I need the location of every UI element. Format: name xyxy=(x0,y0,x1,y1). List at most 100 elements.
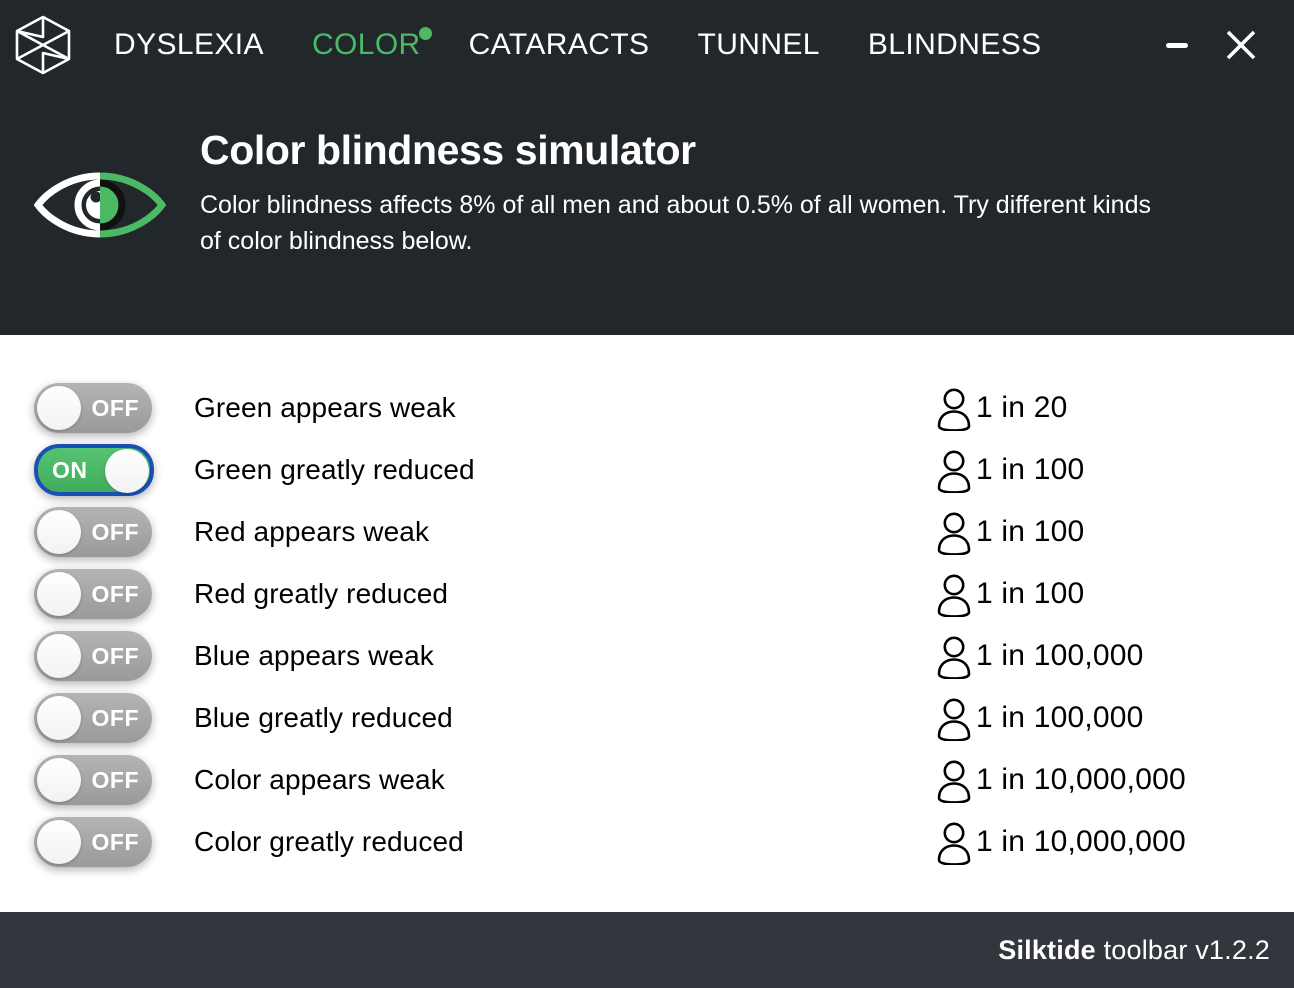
top-navigation-bar: DYSLEXIA COLOR CATARACTS TUNNEL BLINDNES… xyxy=(0,0,1294,90)
simulation-label: Red appears weak xyxy=(194,516,430,547)
prevalence-value: 1 in 10,000,000 xyxy=(976,763,1186,796)
toggle-state-label: ON xyxy=(52,457,88,483)
simulation-row: OFF Red appears weak 1 in 100 xyxy=(0,501,1294,563)
nav-item-tunnel-label: TUNNEL xyxy=(697,28,820,61)
simulation-row: OFF Blue greatly reduced 1 in 100,000 xyxy=(0,687,1294,749)
toggle-knob xyxy=(37,510,81,554)
toggle-knob xyxy=(37,386,81,430)
toggle-red-greatly-reduced[interactable]: OFF xyxy=(34,569,152,619)
prevalence-value: 1 in 100,000 xyxy=(976,701,1144,734)
simulation-label: Green greatly reduced xyxy=(194,454,475,485)
toggle-cell: OFF xyxy=(0,507,192,557)
toggle-state-label: OFF xyxy=(91,829,139,855)
toggle-cell: OFF xyxy=(0,817,192,867)
close-button[interactable] xyxy=(1220,24,1262,66)
simulation-row: OFF Red greatly reduced 1 in 100 xyxy=(0,563,1294,625)
prevalence-value: 1 in 100,000 xyxy=(976,639,1144,672)
prevalence-cell: 1 in 100,000 xyxy=(934,695,1294,741)
person-icon xyxy=(937,574,971,617)
toggle-color-greatly-reduced[interactable]: OFF xyxy=(34,817,152,867)
simulation-row: OFF Color greatly reduced 1 in 10,000,00… xyxy=(0,811,1294,873)
toggle-cell: OFF xyxy=(0,569,192,619)
toggle-blue-appears-weak[interactable]: OFF xyxy=(34,631,152,681)
nav-item-color[interactable]: COLOR xyxy=(288,0,445,90)
toggle-knob xyxy=(37,758,81,802)
prevalence-cell: 1 in 100,000 xyxy=(934,633,1294,679)
footer-version-text: Silktide toolbar v1.2.2 xyxy=(998,935,1270,966)
nav-item-dyslexia[interactable]: DYSLEXIA xyxy=(90,0,288,90)
toggle-state-label: OFF xyxy=(91,705,139,731)
toggle-knob xyxy=(37,634,81,678)
simulation-list: OFF Green appears weak 1 in 20 ON Green … xyxy=(0,335,1294,912)
toggle-knob xyxy=(37,572,81,616)
simulation-label: Color appears weak xyxy=(194,764,445,795)
toggle-state-label: OFF xyxy=(91,767,139,793)
silktide-toolbar-window: DYSLEXIA COLOR CATARACTS TUNNEL BLINDNES… xyxy=(0,0,1294,988)
page-description: Color blindness affects 8% of all men an… xyxy=(200,191,1151,256)
toggle-color-appears-weak[interactable]: OFF xyxy=(34,755,152,805)
person-icon xyxy=(937,636,971,679)
window-controls xyxy=(1156,24,1276,66)
toggle-blue-greatly-reduced[interactable]: OFF xyxy=(34,693,152,743)
person-icon xyxy=(937,450,971,493)
simulation-row: ON Green greatly reduced 1 in 100 xyxy=(0,439,1294,501)
prevalence-cell: 1 in 100 xyxy=(934,447,1294,493)
prevalence-cell: 1 in 100 xyxy=(934,509,1294,555)
nav-item-blindness[interactable]: BLINDNESS xyxy=(844,0,1066,90)
nav-item-tunnel[interactable]: TUNNEL xyxy=(673,0,843,90)
nav-item-blindness-label: BLINDNESS xyxy=(867,28,1042,61)
toggle-cell: OFF xyxy=(0,755,192,805)
simulation-label: Color greatly reduced xyxy=(194,826,464,857)
toggle-knob xyxy=(37,820,81,864)
page-title: Color blindness simulator xyxy=(200,127,696,173)
toggle-knob xyxy=(37,696,81,740)
toggle-cell: ON xyxy=(0,444,192,496)
simulation-label: Blue greatly reduced xyxy=(194,702,453,733)
prevalence-cell: 1 in 100 xyxy=(934,571,1294,617)
simulation-row: OFF Green appears weak 1 in 20 xyxy=(0,377,1294,439)
nav-item-cataracts-label: CATARACTS xyxy=(468,28,650,61)
person-icon xyxy=(937,388,971,431)
footer-version: toolbar v1.2.2 xyxy=(1095,934,1270,965)
simulation-row: OFF Color appears weak 1 in 10,000,000 xyxy=(0,749,1294,811)
toggle-state-label: OFF xyxy=(91,395,139,421)
nav-item-cataracts[interactable]: CATARACTS xyxy=(445,0,674,90)
person-icon xyxy=(937,698,971,741)
prevalence-value: 1 in 20 xyxy=(976,391,1068,424)
active-indicator-dot-icon xyxy=(418,27,432,40)
page-banner: Color blindness simulator Color blindnes… xyxy=(0,90,1294,335)
toggle-green-greatly-reduced[interactable]: ON xyxy=(34,444,154,496)
banner-text-block: Color blindness simulator Color blindnes… xyxy=(200,94,1294,260)
nav-item-dyslexia-label: DYSLEXIA xyxy=(114,28,264,61)
prevalence-cell: 1 in 10,000,000 xyxy=(934,757,1294,803)
footer-bar: Silktide toolbar v1.2.2 xyxy=(0,912,1294,988)
toggle-knob xyxy=(105,449,149,493)
prevalence-value: 1 in 100 xyxy=(976,515,1085,548)
prevalence-value: 1 in 100 xyxy=(976,453,1085,486)
minimize-icon xyxy=(1166,43,1188,48)
toggle-red-appears-weak[interactable]: OFF xyxy=(34,507,152,557)
toggle-green-appears-weak[interactable]: OFF xyxy=(34,383,152,433)
nav-item-color-label: COLOR xyxy=(311,28,421,61)
silktide-hex-logo-icon[interactable] xyxy=(8,10,78,80)
prevalence-cell: 1 in 20 xyxy=(934,385,1294,431)
toggle-cell: OFF xyxy=(0,383,192,433)
toggle-cell: OFF xyxy=(0,631,192,681)
simulation-label: Red greatly reduced xyxy=(194,578,449,609)
minimize-button[interactable] xyxy=(1156,24,1198,66)
prevalence-cell: 1 in 10,000,000 xyxy=(934,819,1294,865)
footer-brand: Silktide xyxy=(998,934,1096,965)
toggle-state-label: OFF xyxy=(91,519,139,545)
simulation-label: Green appears weak xyxy=(194,392,456,423)
person-icon xyxy=(937,822,971,865)
toggle-cell: OFF xyxy=(0,693,192,743)
nav-item-list: DYSLEXIA COLOR CATARACTS TUNNEL BLINDNES… xyxy=(90,0,1156,90)
toggle-state-label: OFF xyxy=(91,643,139,669)
prevalence-value: 1 in 10,000,000 xyxy=(976,825,1186,858)
simulation-row: OFF Blue appears weak 1 in 100,000 xyxy=(0,625,1294,687)
person-icon xyxy=(937,512,971,555)
eye-icon xyxy=(0,94,200,244)
simulation-label: Blue appears weak xyxy=(194,640,434,671)
prevalence-value: 1 in 100 xyxy=(976,577,1085,610)
person-icon xyxy=(937,760,971,803)
